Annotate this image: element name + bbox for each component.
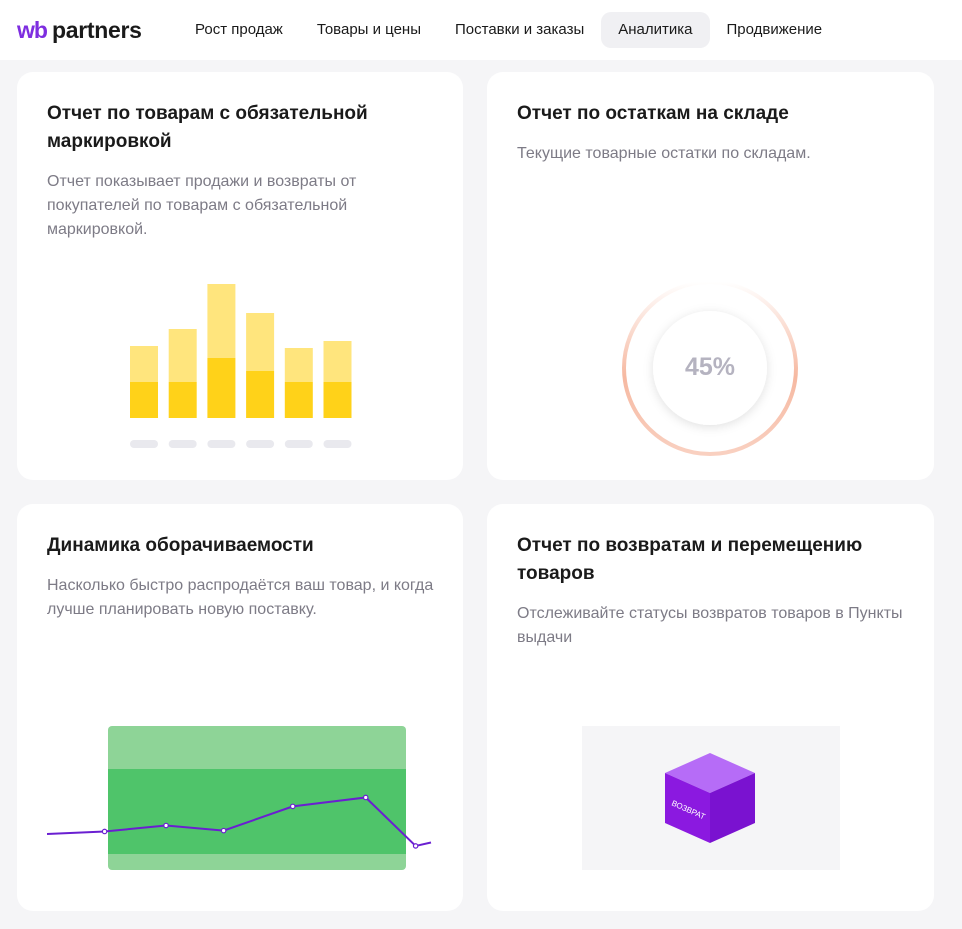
card-description: Насколько быстро распродаётся ваш товар,… [47, 577, 434, 618]
bar-top-segment [246, 313, 275, 371]
card-title: Отчет по возвратам и перемещению товаров [517, 535, 863, 584]
nav-item-products-prices[interactable]: Товары и цены [300, 12, 438, 48]
card-title: Динамика оборачиваемости [47, 535, 314, 556]
report-card-turnover-dynamics[interactable]: Динамика оборачиваемости Насколько быстр… [17, 504, 463, 911]
turnover-line-point [362, 794, 369, 801]
logo-wb-text: wb [17, 16, 48, 43]
turnover-band-inner [108, 769, 406, 854]
bar-top-segment [168, 329, 197, 382]
nav-item-promotion[interactable]: Продвижение [710, 12, 840, 48]
nav-item-growth[interactable]: Рост продаж [178, 12, 300, 48]
bar-label-placeholder [207, 440, 236, 448]
card-description: Отслеживайте статусы возвратов товаров в… [517, 605, 903, 646]
report-card-marked-goods[interactable]: Отчет по товарам с обязательной маркиров… [17, 72, 463, 480]
card-description: Отчет показывает продажи и возвраты от п… [47, 173, 357, 238]
return-box-illustration: ВОЗВРАТ [582, 726, 840, 870]
bar-top-segment [130, 346, 158, 382]
card-title: Отчет по товарам с обязательной маркиров… [47, 103, 368, 152]
top-navigation-bar: wb partners Рост продаж Товары и цены По… [0, 0, 962, 60]
nav-item-analytics[interactable]: Аналитика [601, 12, 710, 48]
report-card-warehouse-stock[interactable]: Отчет по остаткам на складе Текущие това… [487, 72, 934, 480]
bar-bottom-segment [246, 371, 275, 418]
turnover-line-point [163, 822, 169, 829]
bar-top-segment [207, 284, 236, 358]
stacked-bar-illustration [130, 284, 352, 448]
bar-label-placeholder [168, 440, 197, 448]
main-nav: Рост продаж Товары и цены Поставки и зак… [178, 12, 839, 48]
report-card-returns-transfers[interactable]: Отчет по возвратам и перемещению товаров… [487, 504, 934, 911]
bar-top-segment [323, 341, 352, 382]
turnover-line-point [220, 827, 227, 834]
bar-label-placeholder [246, 440, 275, 448]
turnover-line-point [412, 843, 419, 849]
nav-item-supplies-orders[interactable]: Поставки и заказы [438, 12, 601, 48]
bar-bottom-segment [168, 382, 197, 418]
turnover-line-point [101, 828, 108, 835]
turnover-line-illustration [47, 726, 432, 870]
bar-top-segment [284, 348, 313, 382]
progress-percent-label: 45% [684, 353, 736, 381]
turnover-line-point [289, 803, 296, 810]
bar-label-placeholder [323, 440, 352, 448]
bar-bottom-segment [323, 382, 352, 418]
card-title: Отчет по остаткам на складе [517, 103, 789, 124]
bar-label-placeholder [284, 440, 313, 448]
wb-partners-logo[interactable]: wb partners [17, 16, 142, 44]
logo-partners-text: partners [51, 16, 142, 43]
bar-bottom-segment [130, 382, 158, 418]
card-description: Текущие товарные остатки по складам. [517, 145, 811, 162]
bar-bottom-segment [207, 358, 236, 418]
bar-bottom-segment [284, 382, 313, 418]
bar-label-placeholder [130, 440, 158, 448]
